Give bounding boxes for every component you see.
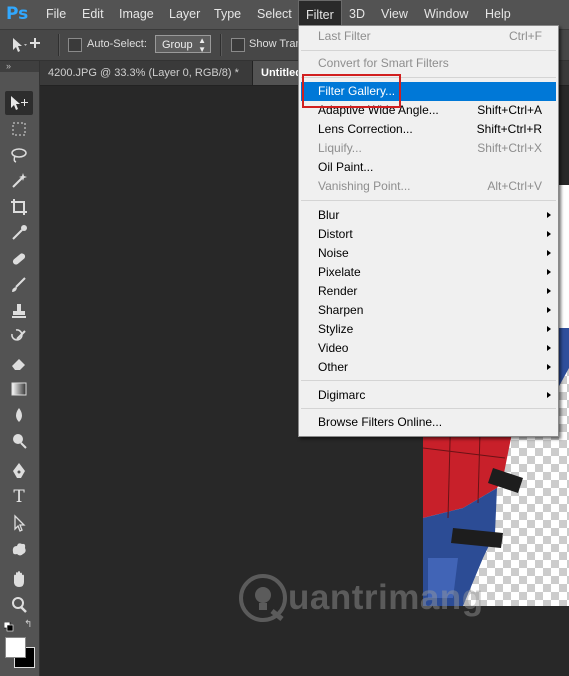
type-tool-icon[interactable]: T — [5, 485, 33, 509]
menu-item-blur[interactable]: Blur — [301, 206, 556, 225]
blur-tool-icon[interactable] — [5, 403, 33, 427]
path-selection-tool-icon[interactable] — [5, 511, 33, 535]
marquee-tool-icon[interactable] — [5, 117, 33, 141]
submenu-arrow-icon — [547, 345, 551, 351]
submenu-arrow-icon — [547, 288, 551, 294]
menu-item-stylize[interactable]: Stylize — [301, 320, 556, 339]
pen-tool-icon[interactable] — [5, 459, 33, 483]
annotation-highlight-box — [302, 74, 401, 108]
brush-tool-icon[interactable] — [5, 273, 33, 297]
menu-edit[interactable]: Edit — [82, 0, 104, 29]
submenu-arrow-icon — [547, 392, 551, 398]
auto-select-label: Auto-Select: — [87, 38, 147, 50]
magic-wand-tool-icon[interactable] — [5, 169, 33, 193]
menu-item-pixelate[interactable]: Pixelate — [301, 263, 556, 282]
submenu-arrow-icon — [547, 364, 551, 370]
lasso-tool-icon[interactable] — [5, 143, 33, 167]
zoom-tool-icon[interactable] — [5, 593, 33, 617]
submenu-arrow-icon — [547, 326, 551, 332]
toolbox-collapse-button[interactable]: » — [0, 61, 39, 72]
menu-separator — [301, 200, 556, 201]
menu-type[interactable]: Type — [214, 0, 241, 29]
menu-separator — [301, 408, 556, 409]
watermark: uantrimang — [238, 571, 484, 625]
menu-item-liquify: Liquify... Shift+Ctrl+X — [318, 141, 542, 155]
eraser-tool-icon[interactable] — [5, 351, 33, 375]
menu-item-video[interactable]: Video — [301, 339, 556, 358]
default-colors-icon[interactable] — [3, 621, 14, 632]
crop-tool-icon[interactable] — [5, 195, 33, 219]
updown-arrows-icon: ▲ ▼ — [198, 36, 206, 54]
menu-item-lens-correction[interactable]: Lens Correction... Shift+Ctrl+R — [301, 120, 556, 139]
auto-select-target-value: Group — [162, 39, 193, 51]
watermark-text: uantrimang — [288, 578, 484, 617]
document-tab[interactable]: 4200.JPG @ 33.3% (Layer 0, RGB/8) * — [40, 61, 253, 85]
history-brush-tool-icon[interactable] — [5, 325, 33, 349]
show-transform-checkbox[interactable] — [231, 38, 245, 52]
clone-stamp-tool-icon[interactable] — [5, 299, 33, 323]
menu-item-vanishing-point: Vanishing Point... Alt+Ctrl+V — [318, 179, 542, 193]
hand-tool-icon[interactable] — [5, 567, 33, 591]
menu-item-browse-filters-online[interactable]: Browse Filters Online... — [301, 413, 556, 432]
swap-colors-icon[interactable]: ↰ — [24, 619, 32, 630]
healing-brush-tool-icon[interactable] — [5, 247, 33, 271]
move-tool-preset-icon[interactable] — [8, 36, 44, 54]
options-separator — [220, 34, 222, 56]
menu-item-sharpen[interactable]: Sharpen — [301, 301, 556, 320]
menu-item-convert-smart-filters: Convert for Smart Filters — [318, 56, 449, 70]
menu-file[interactable]: File — [46, 0, 66, 29]
watermark-lightbulb-icon — [239, 574, 287, 622]
submenu-arrow-icon — [547, 269, 551, 275]
submenu-arrow-icon — [547, 231, 551, 237]
menu-item-other[interactable]: Other — [301, 358, 556, 377]
menu-item-digimarc[interactable]: Digimarc — [301, 386, 556, 405]
menu-item-distort[interactable]: Distort — [301, 225, 556, 244]
menu-layer[interactable]: Layer — [169, 0, 200, 29]
foreground-color-swatch[interactable] — [5, 637, 26, 658]
submenu-arrow-icon — [547, 250, 551, 256]
menu-item-render[interactable]: Render — [301, 282, 556, 301]
menu-separator — [301, 380, 556, 381]
gradient-tool-icon[interactable] — [5, 377, 33, 401]
auto-select-target-dropdown[interactable]: Group ▲ ▼ — [155, 35, 211, 54]
eyedropper-tool-icon[interactable] — [5, 221, 33, 245]
move-tool-icon[interactable] — [5, 91, 33, 115]
photoshop-logo: Ps — [6, 4, 29, 24]
custom-shape-tool-icon[interactable] — [5, 537, 33, 561]
options-separator — [58, 34, 60, 56]
menu-item-last-filter: Last Filter Ctrl+F — [318, 29, 542, 43]
menu-separator — [301, 50, 556, 51]
toolbox-panel: » T ↰ — [0, 61, 40, 676]
menu-item-oil-paint[interactable]: Oil Paint... — [301, 158, 556, 177]
menu-item-noise[interactable]: Noise — [301, 244, 556, 263]
submenu-arrow-icon — [547, 307, 551, 313]
menu-select[interactable]: Select — [257, 0, 292, 29]
dodge-tool-icon[interactable] — [5, 429, 33, 453]
submenu-arrow-icon — [547, 212, 551, 218]
auto-select-checkbox[interactable] — [68, 38, 82, 52]
menu-image[interactable]: Image — [119, 0, 154, 29]
